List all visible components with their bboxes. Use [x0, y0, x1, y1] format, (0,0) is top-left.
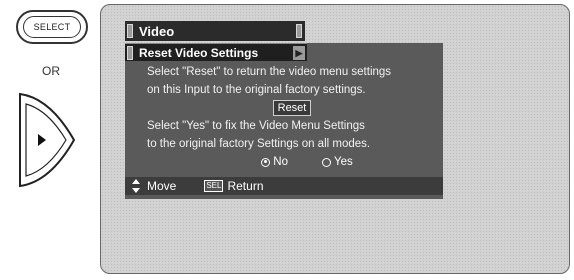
menu-title-bar: Video — [125, 21, 305, 41]
radio-selected-icon — [261, 157, 271, 167]
sel-key-icon: SEL — [204, 180, 224, 192]
yes-no-options: No Yes — [177, 153, 437, 171]
move-label: Move — [147, 179, 177, 193]
description-line: Select "Yes" to fix the Video Menu Setti… — [147, 120, 365, 132]
return-label: Return — [227, 179, 264, 193]
select-button-label: SELECT — [23, 16, 81, 38]
right-arrow-button[interactable] — [16, 92, 80, 188]
remote-controls: SELECT OR — [4, 6, 98, 272]
menu-title: Video — [139, 23, 175, 39]
right-arrow-icon — [19, 92, 76, 188]
description-line: to the original factory Settings on all … — [147, 138, 371, 150]
radio-label: No — [273, 156, 288, 168]
menu-footer: Move SEL Return — [125, 177, 443, 195]
description-line: on this Input to the original factory se… — [147, 84, 366, 96]
chevron-right-icon: ▶ — [293, 46, 305, 60]
menu-panel: Reset Video Settings ▶ Select "Reset" to… — [125, 43, 443, 199]
up-down-arrows-icon — [132, 179, 140, 193]
bar-left-cap — [127, 46, 133, 60]
submenu-bar[interactable]: Reset Video Settings ▶ — [125, 43, 307, 61]
radio-option-yes[interactable]: Yes — [321, 153, 353, 171]
select-button[interactable]: SELECT — [16, 10, 88, 44]
tv-screen: Video Reset Video Settings ▶ Select "Res… — [100, 4, 570, 274]
radio-unselected-icon — [321, 157, 331, 167]
bar-right-cap — [296, 24, 302, 38]
video-menu: Video Reset Video Settings ▶ Select "Res… — [125, 21, 443, 199]
radio-option-no[interactable]: No — [261, 153, 288, 171]
or-label: OR — [42, 64, 60, 78]
submenu-title: Reset Video Settings — [139, 45, 259, 60]
radio-label: Yes — [333, 156, 353, 168]
description-line: Select "Reset" to return the video menu … — [147, 66, 392, 78]
reset-button[interactable]: Reset — [272, 100, 312, 116]
menu-description: Select "Reset" to return the video menu … — [125, 61, 443, 171]
bar-left-cap — [127, 24, 133, 38]
